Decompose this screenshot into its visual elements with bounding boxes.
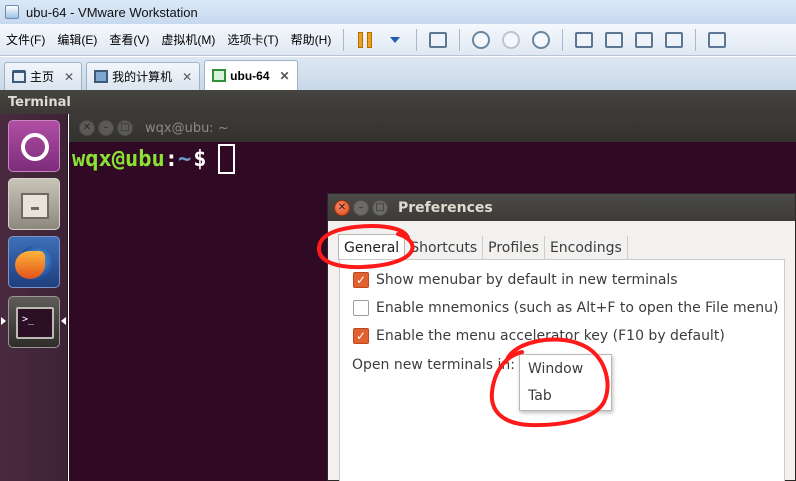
active-app-title: Terminal — [8, 94, 71, 110]
snapshot-manager-icon — [532, 30, 551, 49]
launcher-firefox-button[interactable] — [8, 236, 60, 288]
revert-snapshot-button[interactable] — [499, 28, 523, 52]
snapshot-manager-button[interactable] — [529, 28, 553, 52]
ubuntu-logo-icon — [21, 133, 49, 161]
toolbar-separator — [459, 28, 461, 51]
tab-label: 我的计算机 — [112, 70, 173, 84]
vm-running-icon — [212, 69, 227, 82]
checkbox-show-menubar[interactable]: ✓ — [353, 272, 369, 288]
checkbox-enable-mnemonics[interactable] — [353, 300, 369, 316]
menu-file[interactable]: 文件(F) — [0, 31, 51, 48]
minimize-icon[interactable]: – — [98, 120, 114, 136]
active-pip-icon — [1, 317, 6, 325]
tab-general[interactable]: General — [338, 234, 406, 260]
launcher-terminal-button[interactable]: >_ — [8, 296, 60, 348]
dropdown-option-window[interactable]: Window — [528, 361, 583, 377]
send-ctrl-alt-del-button[interactable] — [426, 28, 450, 52]
close-icon[interactable]: ✕ — [334, 199, 350, 216]
prompt-dollar: $ — [193, 146, 207, 172]
console-view-button[interactable] — [705, 28, 729, 52]
launcher-dash-button[interactable] — [8, 120, 60, 172]
chevron-down-icon — [390, 36, 401, 43]
preferences-tabs: General Shortcuts Profiles Encodings — [338, 234, 628, 260]
show-library-button[interactable] — [572, 28, 596, 52]
menu-view[interactable]: 查看(V) — [103, 31, 155, 48]
unity-icon — [665, 31, 684, 48]
checkbox-menu-accelerator[interactable]: ✓ — [353, 328, 369, 344]
tab-encodings[interactable]: Encodings — [545, 236, 628, 260]
library-icon — [575, 31, 594, 48]
terminal-title-bar: ✕ – □ wqx@ubu: ~ — [69, 114, 796, 142]
prompt-colon: : — [164, 146, 178, 172]
tab-my-computer[interactable]: 我的计算机 ✕ — [86, 62, 201, 90]
maximize-icon[interactable]: □ — [117, 120, 133, 136]
unity-button[interactable] — [662, 28, 686, 52]
option-enable-mnemonics[interactable]: Enable mnemonics (such as Alt+F to open … — [353, 300, 779, 316]
keyboard-icon — [429, 31, 448, 48]
toolbar-separator — [562, 28, 564, 51]
firefox-fox-icon — [15, 251, 45, 279]
preferences-title: Preferences — [398, 199, 493, 216]
close-icon[interactable]: ✕ — [64, 70, 74, 84]
tab-label: 主页 — [30, 70, 55, 84]
vmware-tab-bar: 主页 ✕ 我的计算机 ✕ ubu-64 ✕ — [0, 57, 796, 90]
close-icon[interactable]: ✕ — [182, 70, 192, 84]
thumbnail-icon — [605, 31, 624, 48]
option-label: Enable mnemonics (such as Alt+F to open … — [376, 300, 779, 316]
tab-shortcuts[interactable]: Shortcuts — [405, 236, 484, 260]
minimize-icon[interactable]: – — [353, 199, 369, 216]
vmware-title-bar: ubu-64 - VMware Workstation — [0, 0, 796, 24]
dropdown-option-tab[interactable]: Tab — [528, 388, 552, 404]
toolbar-separator — [695, 28, 697, 51]
close-icon[interactable]: ✕ — [280, 69, 290, 83]
option-label: Show menubar by default in new terminals — [376, 272, 678, 288]
terminal-prompt[interactable]: wqx@ubu : ~ $ — [72, 144, 236, 174]
terminal-icon-prompt: >_ — [22, 314, 35, 325]
tab-ubu-64[interactable]: ubu-64 ✕ — [204, 60, 298, 90]
vmware-app-icon — [5, 5, 19, 19]
menu-vm[interactable]: 虚拟机(M) — [155, 31, 221, 48]
maximize-icon[interactable]: □ — [372, 199, 388, 216]
toolbar-separator — [416, 28, 418, 51]
close-icon[interactable]: ✕ — [79, 120, 95, 136]
menu-help[interactable]: 帮助(H) — [285, 31, 338, 48]
snapshot-icon — [472, 30, 491, 49]
terminal-icon: >_ — [16, 307, 54, 339]
full-screen-icon — [635, 31, 654, 48]
focused-pip-icon — [61, 317, 66, 325]
text-cursor — [218, 144, 236, 174]
tab-label: ubu-64 — [230, 68, 270, 83]
file-cabinet-icon — [21, 193, 49, 219]
pause-button[interactable] — [353, 28, 377, 52]
toolbar-separator — [343, 28, 345, 51]
option-label: Enable the menu accelerator key (F10 by … — [376, 328, 725, 344]
open-new-terminals-dropdown[interactable]: Window Tab — [519, 354, 612, 411]
terminal-title: wqx@ubu: ~ — [145, 120, 229, 136]
tab-home[interactable]: 主页 ✕ — [4, 62, 83, 90]
tab-profiles[interactable]: Profiles — [483, 236, 545, 260]
power-dropdown-button[interactable] — [383, 28, 407, 52]
home-icon — [12, 70, 26, 83]
vmware-menubar: 文件(F) 编辑(E) 查看(V) 虚拟机(M) 选项卡(T) 帮助(H) — [0, 24, 796, 56]
prompt-path: ~ — [177, 146, 192, 172]
open-new-terminals-label: Open new terminals in: — [352, 357, 515, 373]
pause-icon — [358, 31, 373, 48]
prompt-user: wqx@ubu — [72, 146, 165, 172]
full-screen-button[interactable] — [632, 28, 656, 52]
ubuntu-top-panel: Terminal — [0, 90, 796, 114]
menu-tabs[interactable]: 选项卡(T) — [221, 31, 284, 48]
preferences-title-bar: ✕ – □ Preferences — [328, 194, 795, 221]
snapshot-revert-icon — [502, 30, 521, 49]
console-view-icon — [708, 31, 727, 48]
computer-icon — [94, 70, 109, 83]
option-menu-accelerator[interactable]: ✓ Enable the menu accelerator key (F10 b… — [353, 328, 725, 344]
preferences-dialog: ✕ – □ Preferences General Shortcuts Prof… — [327, 193, 796, 481]
take-snapshot-button[interactable] — [469, 28, 493, 52]
launcher-files-button[interactable] — [8, 178, 60, 230]
window-title: ubu-64 - VMware Workstation — [26, 4, 198, 20]
thumbnail-bar-button[interactable] — [602, 28, 626, 52]
menu-edit[interactable]: 编辑(E) — [51, 31, 103, 48]
option-show-menubar[interactable]: ✓ Show menubar by default in new termina… — [353, 272, 678, 288]
unity-launcher: >_ — [0, 114, 68, 481]
